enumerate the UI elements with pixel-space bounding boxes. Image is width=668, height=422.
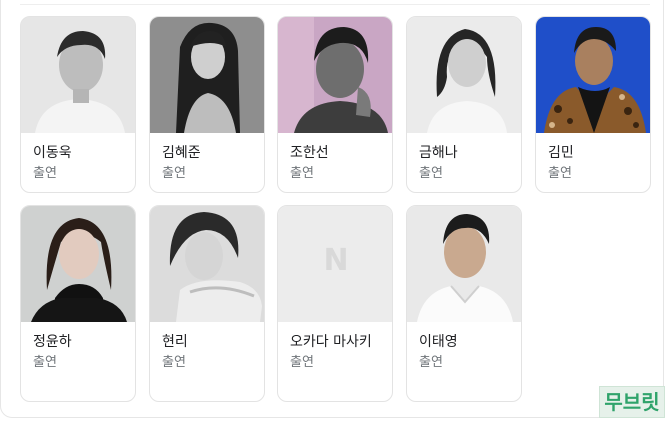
cast-card[interactable]: N 오카다 마사키 출연 bbox=[277, 205, 393, 402]
cast-photo bbox=[407, 206, 521, 322]
cast-role: 출연 bbox=[290, 355, 314, 370]
cast-role: 출연 bbox=[162, 166, 186, 181]
cast-name: 이태영 bbox=[419, 334, 458, 350]
cast-name: 김혜준 bbox=[162, 145, 201, 161]
cast-role: 출연 bbox=[419, 355, 443, 370]
cast-photo bbox=[278, 17, 392, 133]
cast-name: 조한선 bbox=[290, 145, 329, 161]
naver-n-icon: N bbox=[323, 243, 349, 278]
cast-photo-placeholder: N bbox=[278, 206, 392, 322]
cast-card[interactable]: 정윤하 출연 bbox=[20, 205, 136, 402]
cast-name: 이동욱 bbox=[33, 145, 72, 161]
cast-name: 현리 bbox=[162, 334, 188, 350]
cast-card[interactable]: 이태영 출연 bbox=[406, 205, 522, 402]
cast-name: 김민 bbox=[548, 145, 574, 161]
cast-role: 출연 bbox=[290, 166, 314, 181]
cast-name: 오카다 마사키 bbox=[290, 334, 372, 350]
cast-card[interactable]: 현리 출연 bbox=[149, 205, 265, 402]
divider bbox=[20, 4, 650, 5]
cast-photo bbox=[21, 206, 135, 322]
cast-name: 금해나 bbox=[419, 145, 458, 161]
cast-photo bbox=[21, 17, 135, 133]
cast-role: 출연 bbox=[548, 166, 572, 181]
cast-role: 출연 bbox=[162, 355, 186, 370]
cast-photo bbox=[150, 17, 264, 133]
watermark-logo: 무브릿 bbox=[599, 386, 665, 418]
cast-role: 출연 bbox=[33, 355, 57, 370]
cast-card[interactable]: 금해나 출연 bbox=[406, 16, 522, 193]
cast-role: 출연 bbox=[419, 166, 443, 181]
cast-photo bbox=[150, 206, 264, 322]
cast-card[interactable]: 이동욱 출연 bbox=[20, 16, 136, 193]
cast-role: 출연 bbox=[33, 166, 57, 181]
cast-photo bbox=[536, 17, 650, 133]
cast-name: 정윤하 bbox=[33, 334, 72, 350]
cast-card[interactable]: 김민 출연 bbox=[535, 16, 651, 193]
cast-card[interactable]: 조한선 출연 bbox=[277, 16, 393, 193]
cast-photo bbox=[407, 17, 521, 133]
cast-card[interactable]: 김혜준 출연 bbox=[149, 16, 265, 193]
